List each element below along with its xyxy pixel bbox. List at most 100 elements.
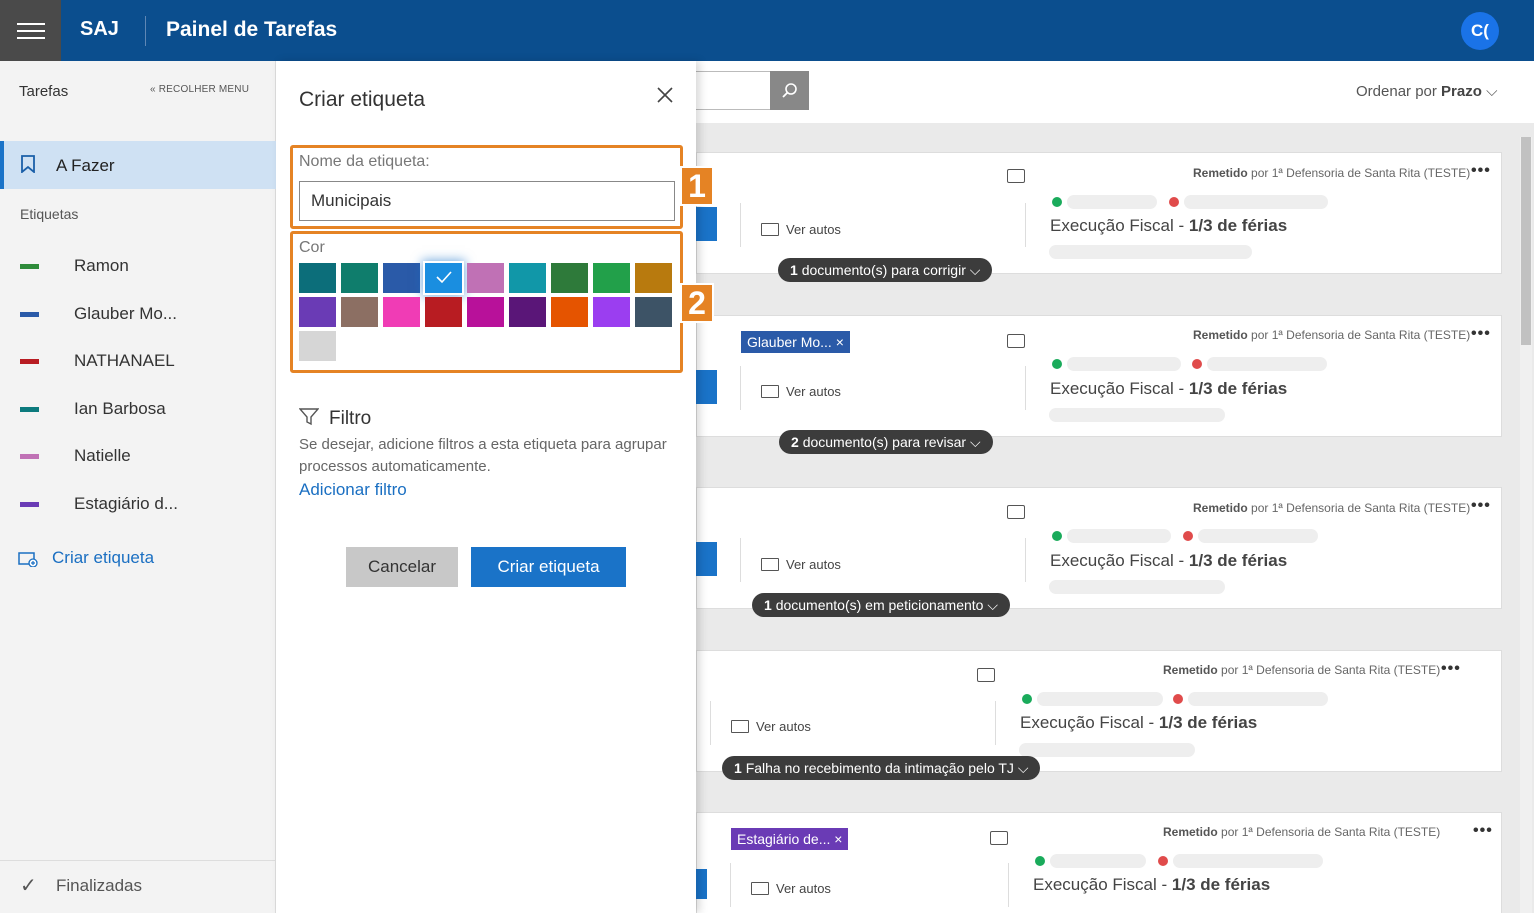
color-swatch[interactable] xyxy=(299,263,336,293)
color-swatch[interactable] xyxy=(425,263,462,293)
ver-autos-link[interactable]: Ver autos xyxy=(761,557,841,572)
close-icon[interactable] xyxy=(653,83,677,107)
documents-pill[interactable]: 1 documento(s) em peticionamento ⌵ xyxy=(752,593,1010,617)
remetido-by: por 1ª Defensoria de Santa Rita (TESTE) xyxy=(1221,663,1441,677)
collapse-menu-button[interactable]: « RECOLHER MENU xyxy=(150,84,249,95)
expand-button[interactable] xyxy=(695,370,717,404)
remetido-info: Remetido por 1ª Defensoria de Santa Rita… xyxy=(1193,501,1470,515)
bookmark-icon xyxy=(21,155,35,173)
remetido-label: Remetido xyxy=(1193,501,1248,515)
sidebar-tag-nathanael[interactable]: NATHANAEL xyxy=(0,342,276,382)
color-swatch[interactable] xyxy=(551,263,588,293)
more-options-icon[interactable]: ••• xyxy=(1471,497,1491,515)
task-card[interactable]: Glauber Mo... × Ver autos Remetido por 1… xyxy=(695,315,1502,437)
check-icon xyxy=(436,271,452,284)
blurred-text xyxy=(1049,580,1225,594)
sidebar-tag-natielle[interactable]: Natielle xyxy=(0,437,276,477)
sidebar-item-a-fazer[interactable]: A Fazer xyxy=(0,141,276,189)
sidebar-tag-ramon[interactable]: Ramon xyxy=(0,247,276,287)
divider xyxy=(995,701,996,745)
close-icon[interactable]: × xyxy=(834,831,842,847)
expand-button[interactable] xyxy=(695,542,717,576)
tag-chip[interactable]: Glauber Mo... × xyxy=(741,331,850,353)
color-swatch[interactable] xyxy=(635,263,672,293)
avatar[interactable]: C( xyxy=(1461,12,1499,50)
task-card[interactable]: Ver autos Remetido por 1ª Defensoria de … xyxy=(695,152,1502,274)
process-class: Execução Fiscal - 1/3 de férias xyxy=(1050,551,1288,570)
close-icon[interactable]: × xyxy=(836,334,844,350)
color-swatch[interactable] xyxy=(383,263,420,293)
tag-chip[interactable]: Estagiário de... × xyxy=(731,828,849,850)
blurred-text xyxy=(1037,692,1163,706)
documents-pill[interactable]: 1 documento(s) para corrigir ⌵ xyxy=(778,258,993,282)
more-options-icon[interactable]: ••• xyxy=(1441,660,1461,678)
hamburger-menu-icon[interactable] xyxy=(0,0,61,61)
add-tag-icon[interactable] xyxy=(977,668,995,682)
color-swatch[interactable] xyxy=(467,263,504,293)
search-button[interactable] xyxy=(770,71,809,110)
ver-autos-label: Ver autos xyxy=(786,557,841,572)
color-swatch[interactable] xyxy=(299,297,336,327)
top-bar: SAJ Painel de Tarefas C( xyxy=(0,0,1534,61)
more-options-icon[interactable]: ••• xyxy=(1471,162,1491,180)
minus-icon xyxy=(1158,856,1168,866)
color-swatch[interactable] xyxy=(467,297,504,327)
expand-button[interactable] xyxy=(695,207,717,241)
ver-autos-link[interactable]: Ver autos xyxy=(751,881,831,896)
pill-text: documento(s) em peticionamento xyxy=(775,597,984,613)
color-swatch[interactable] xyxy=(593,297,630,327)
ver-autos-link[interactable]: Ver autos xyxy=(761,222,841,237)
sidebar-tag-estagiario[interactable]: Estagiário d... xyxy=(0,485,276,525)
remetido-label: Remetido xyxy=(1163,825,1218,839)
sort-dropdown[interactable]: Ordenar por Prazo ⌵ xyxy=(1356,83,1497,100)
sidebar-item-finalizadas[interactable]: ✓ Finalizadas xyxy=(0,860,276,913)
color-swatch[interactable] xyxy=(341,263,378,293)
divider xyxy=(1025,538,1026,582)
sidebar-tag-glauber[interactable]: Glauber Mo... xyxy=(0,295,276,335)
create-tag-button[interactable]: Criar etiqueta xyxy=(471,547,626,587)
sidebar-tag-label: Natielle xyxy=(74,446,131,465)
add-tag-icon[interactable] xyxy=(1007,169,1025,183)
documents-pill[interactable]: 1 Falha no recebimento da intimação pelo… xyxy=(722,756,1041,780)
sidebar: Tarefas « RECOLHER MENU A Fazer Etiqueta… xyxy=(0,61,276,913)
pill-count: 1 xyxy=(764,597,772,613)
sidebar-tag-ian[interactable]: Ian Barbosa xyxy=(0,390,276,430)
blurred-text xyxy=(1050,854,1146,868)
more-options-icon[interactable]: ••• xyxy=(1471,325,1491,343)
ver-autos-label: Ver autos xyxy=(756,719,811,734)
tag-name-input[interactable] xyxy=(299,181,675,221)
color-swatch[interactable] xyxy=(635,297,672,327)
color-swatch[interactable] xyxy=(593,263,630,293)
color-swatch[interactable] xyxy=(341,297,378,327)
pill-text: Falha no recebimento da intimação pelo T… xyxy=(745,760,1014,776)
add-filter-link[interactable]: Adicionar filtro xyxy=(299,480,407,500)
cancel-button[interactable]: Cancelar xyxy=(346,547,458,587)
color-swatch[interactable] xyxy=(299,331,336,361)
ver-autos-link[interactable]: Ver autos xyxy=(731,719,811,734)
add-tag-icon[interactable] xyxy=(990,831,1008,845)
more-options-icon[interactable]: ••• xyxy=(1473,822,1493,840)
scrollbar-thumb[interactable] xyxy=(1521,137,1531,345)
sidebar-tag-label: Ian Barbosa xyxy=(74,399,166,418)
task-card[interactable]: Ver autos Remetido por 1ª Defensoria de … xyxy=(696,650,1502,772)
color-swatch[interactable] xyxy=(425,297,462,327)
plus-icon xyxy=(1052,531,1062,541)
scrollbar[interactable] xyxy=(1520,137,1532,913)
divider xyxy=(1025,366,1026,410)
add-tag-icon[interactable] xyxy=(1007,505,1025,519)
color-swatch[interactable] xyxy=(551,297,588,327)
add-tag-icon[interactable] xyxy=(1007,334,1025,348)
create-tag-link[interactable]: Criar etiqueta xyxy=(18,548,154,568)
blurred-text xyxy=(1188,692,1328,706)
sidebar-tag-label: Ramon xyxy=(74,256,129,275)
documents-pill[interactable]: 2 documento(s) para revisar ⌵ xyxy=(779,430,993,454)
color-swatch[interactable] xyxy=(383,297,420,327)
task-card[interactable]: Ver autos Remetido por 1ª Defensoria de … xyxy=(695,487,1502,609)
process-class: Execução Fiscal - 1/3 de férias xyxy=(1020,713,1258,732)
color-swatch[interactable] xyxy=(509,297,546,327)
remetido-info: Remetido por 1ª Defensoria de Santa Rita… xyxy=(1193,328,1470,342)
task-card[interactable]: Estagiário de... × Ver autos Remetido po… xyxy=(685,812,1502,913)
process-subject: 1/3 de férias xyxy=(1188,551,1288,570)
ver-autos-link[interactable]: Ver autos xyxy=(761,384,841,399)
color-swatch[interactable] xyxy=(509,263,546,293)
